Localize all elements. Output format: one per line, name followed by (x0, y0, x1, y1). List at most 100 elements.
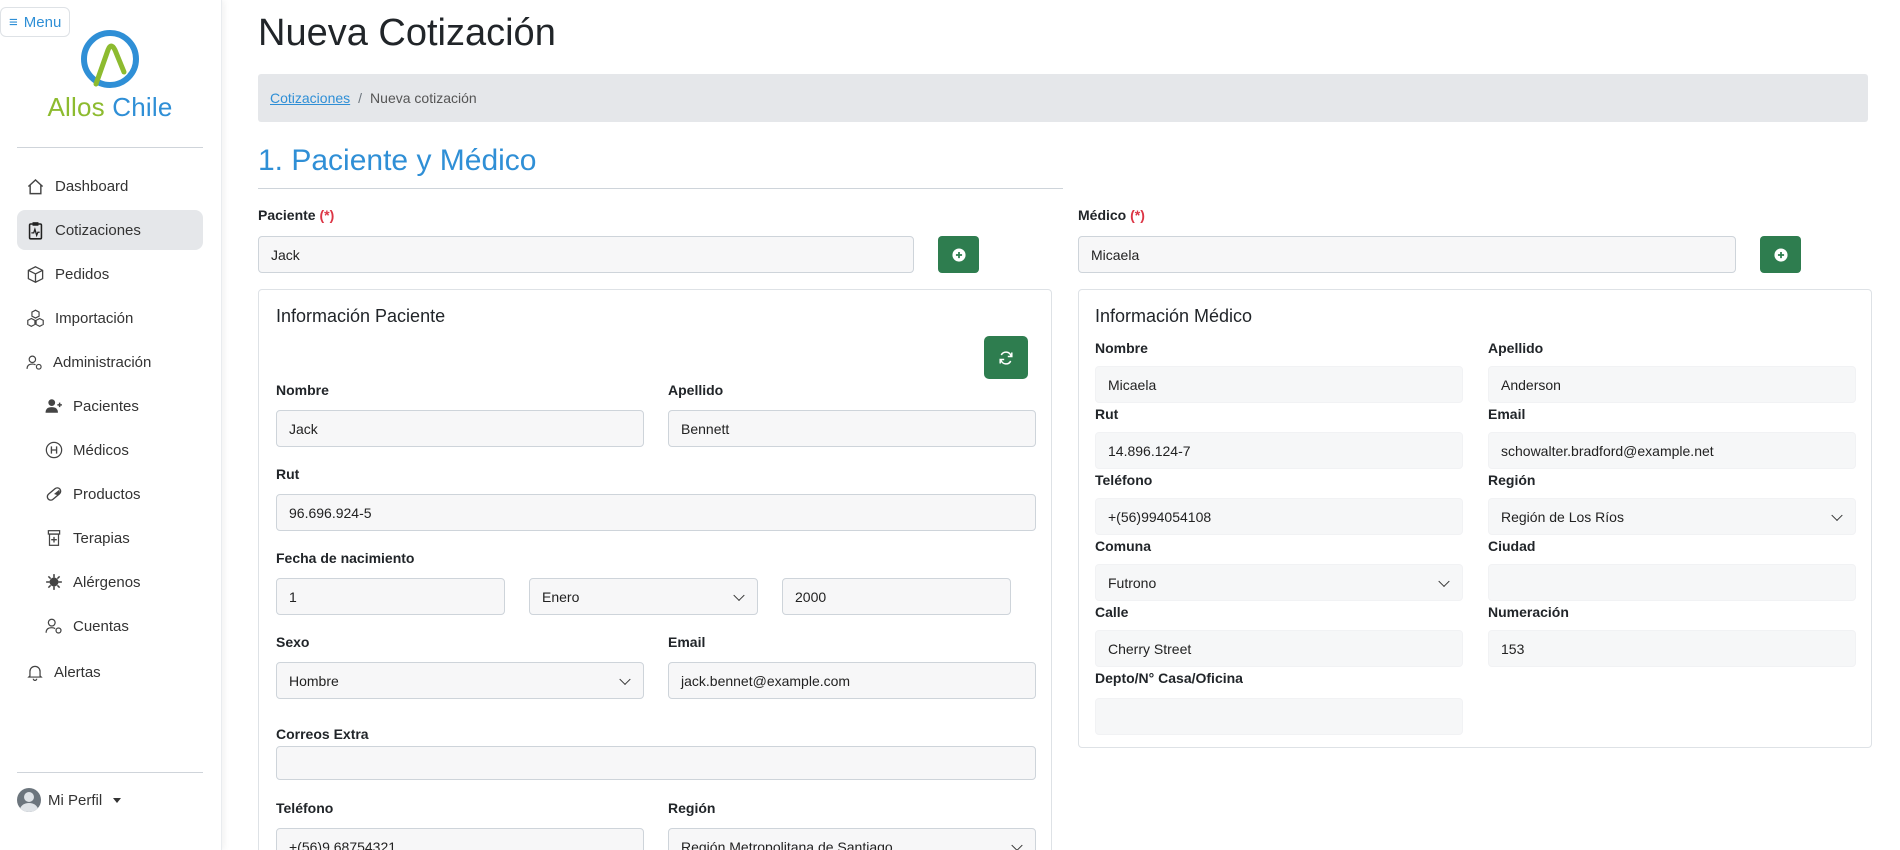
sidebar-item-pacientes[interactable]: Pacientes (17, 386, 203, 426)
fecha-anio-input[interactable]: 2000 (782, 578, 1011, 615)
add-medico-button[interactable] (1760, 236, 1801, 273)
medico-rut-field[interactable]: 14.896.124-7 (1095, 432, 1463, 469)
medico-email-field[interactable]: schowalter.bradford@example.net (1488, 432, 1856, 469)
sidebar-item-label: Administración (53, 353, 152, 371)
logo: Allos Chile (40, 28, 180, 123)
sidebar-item-label: Terapias (73, 529, 130, 547)
sidebar-item-label: Cotizaciones (55, 221, 141, 239)
sidebar-item-pedidos[interactable]: Pedidos (17, 254, 203, 294)
hospital-h-icon (45, 441, 63, 459)
add-paciente-button[interactable] (938, 236, 979, 273)
sidebar-item-terapias[interactable]: Terapias (17, 518, 203, 558)
sidebar-item-label: Alérgenos (73, 573, 141, 591)
refresh-paciente-button[interactable] (984, 336, 1028, 379)
breadcrumb-link-cotizaciones[interactable]: Cotizaciones (270, 90, 350, 106)
medico-nombre-field[interactable]: Micaela (1095, 366, 1463, 403)
sidebar-item-cuentas[interactable]: Cuentas (17, 606, 203, 646)
medico-rut-label: Rut (1095, 406, 1119, 422)
medico-comuna-select[interactable]: Futrono (1095, 564, 1463, 601)
correos-extra-label: Correos Extra (276, 726, 369, 742)
paciente-rut-label: Rut (276, 466, 300, 482)
medico-select[interactable]: Micaela (1078, 236, 1736, 273)
paciente-label: Paciente (*) (258, 207, 334, 223)
refresh-icon (999, 350, 1013, 365)
person-gear-icon (45, 618, 62, 634)
paciente-apellido-input[interactable]: Bennett (668, 410, 1036, 447)
paciente-telefono-input[interactable]: +(56)9 68754321 (276, 828, 644, 850)
sidebar-nav: Dashboard Cotizaciones Pedidos Importaci… (17, 166, 203, 696)
page-title: Nueva Cotización (258, 12, 556, 54)
caret-down-icon (113, 797, 122, 803)
avatar (17, 788, 41, 812)
required-mark: (*) (319, 207, 335, 223)
medico-apellido-field[interactable]: Anderson (1488, 366, 1856, 403)
virus-icon (46, 574, 62, 590)
logo-text-allos: Allos (47, 92, 105, 122)
medico-calle-field[interactable]: Cherry Street (1095, 630, 1463, 667)
medico-telefono-label: Teléfono (1095, 472, 1153, 488)
chevron-down-icon (733, 589, 745, 601)
medico-comuna-value: Futrono (1108, 574, 1157, 591)
section-divider (258, 188, 1063, 189)
medico-info-panel: Información Médico Nombre Micaela Apelli… (1078, 289, 1872, 748)
paciente-apellido-label: Apellido (668, 382, 724, 398)
sidebar-item-label: Alertas (54, 663, 101, 681)
medico-depto-field[interactable] (1095, 698, 1463, 735)
fecha-dia-input[interactable]: 1 (276, 578, 505, 615)
house-icon (27, 178, 44, 194)
fecha-mes-select[interactable]: Enero (529, 578, 758, 615)
sidebar-item-label: Pacientes (73, 397, 139, 415)
paciente-telefono-label: Teléfono (276, 800, 334, 816)
sidebar-item-label: Pedidos (55, 265, 110, 283)
sidebar-item-alergenos[interactable]: Alérgenos (17, 562, 203, 602)
medico-apellido-label: Apellido (1488, 340, 1544, 356)
sidebar-item-label: Médicos (73, 441, 129, 459)
sidebar-item-alertas[interactable]: Alertas (17, 652, 203, 692)
medico-panel-title: Información Médico (1095, 306, 1253, 326)
person-gear-icon (26, 355, 42, 370)
paciente-region-select[interactable]: Región Metropolitana de Santiago (668, 828, 1036, 850)
sidebar-item-importacion[interactable]: Importación (17, 298, 203, 338)
paciente-email-input[interactable]: jack.bennet@example.com (668, 662, 1036, 699)
sidebar-item-label: Dashboard (55, 177, 129, 195)
paciente-email-label: Email (668, 634, 706, 650)
sidebar-item-dashboard[interactable]: Dashboard (17, 166, 203, 206)
allos-logo-icon (81, 30, 139, 88)
profile-label: Mi Perfil (48, 791, 103, 809)
sidebar-divider (17, 147, 203, 148)
sidebar-item-medicos[interactable]: Médicos (17, 430, 203, 470)
hamburger-icon: ≡ (9, 13, 18, 31)
correos-extra-input[interactable] (276, 746, 1036, 780)
medico-label: Médico (*) (1078, 207, 1145, 223)
medico-ciudad-field[interactable] (1488, 564, 1856, 601)
paciente-select[interactable]: Jack (258, 236, 914, 273)
chevron-down-icon (1011, 839, 1023, 850)
paciente-region-label: Región (668, 800, 716, 816)
medico-email-label: Email (1488, 406, 1526, 422)
medico-region-select[interactable]: Región de Los Ríos (1488, 498, 1856, 535)
breadcrumb: Cotizaciones / Nueva cotización (258, 74, 1868, 122)
medico-telefono-field[interactable]: +(56)994054108 (1095, 498, 1463, 535)
paciente-nombre-label: Nombre (276, 382, 329, 398)
logo-text-chile: Chile (112, 92, 173, 122)
sidebar-item-productos[interactable]: Productos (17, 474, 203, 514)
sidebar-item-cotizaciones[interactable]: Cotizaciones (17, 210, 203, 250)
plus-circle-icon (1773, 247, 1788, 262)
box-icon (27, 265, 44, 283)
sexo-select[interactable]: Hombre (276, 662, 644, 699)
profile-menu[interactable]: Mi Perfil (17, 788, 122, 812)
paciente-rut-input[interactable]: 96.696.924-5 (276, 494, 1036, 531)
paciente-nombre-input[interactable]: Jack (276, 410, 644, 447)
medico-calle-label: Calle (1095, 604, 1129, 620)
medico-comuna-label: Comuna (1095, 538, 1151, 554)
medico-region-value: Región de Los Ríos (1501, 508, 1624, 525)
sidebar-divider (17, 772, 203, 773)
people-icon (45, 399, 62, 413)
sexo-value: Hombre (289, 672, 339, 689)
prescription-icon (47, 530, 61, 546)
bell-icon (27, 665, 43, 681)
sidebar-item-administracion[interactable]: Administración (17, 342, 203, 382)
medico-numeracion-field[interactable]: 153 (1488, 630, 1856, 667)
sidebar-item-label: Importación (55, 309, 134, 327)
sidebar-item-label: Cuentas (73, 617, 129, 635)
